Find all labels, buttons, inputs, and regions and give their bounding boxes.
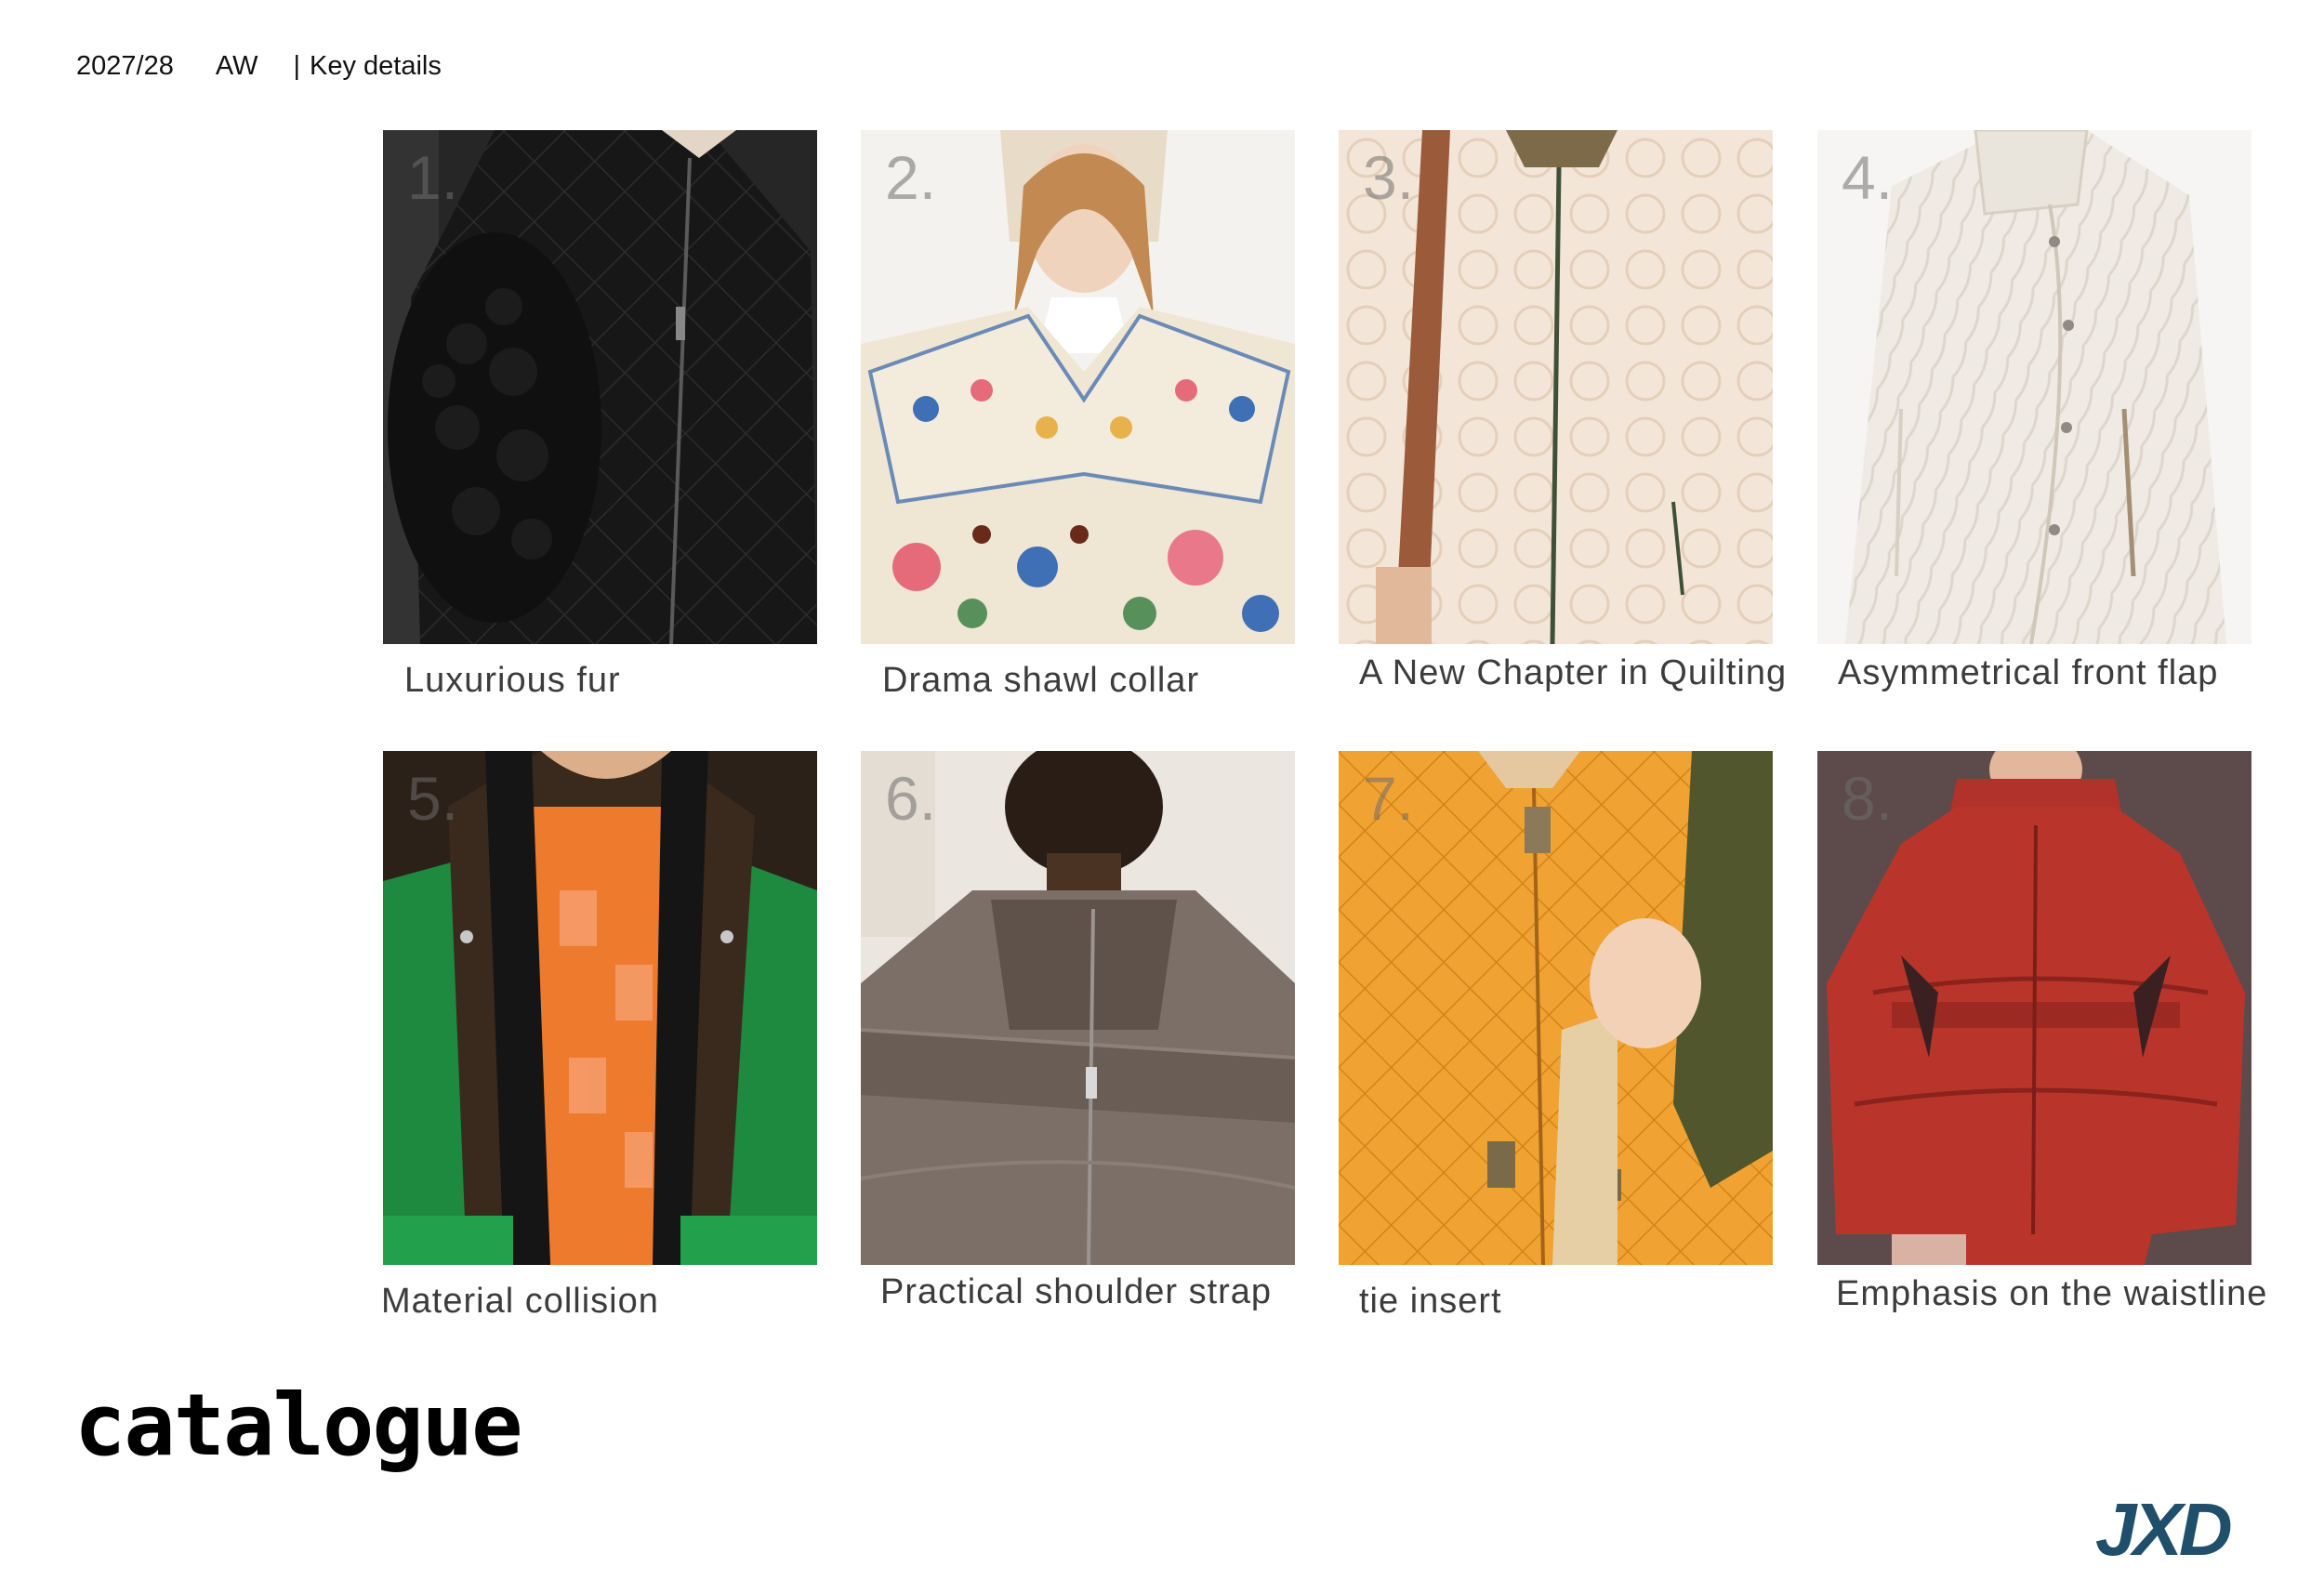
- catalogue-title: catalogue: [74, 1376, 522, 1475]
- image-tile-4: 4.: [1817, 130, 2251, 644]
- season-label: AW: [215, 51, 258, 81]
- item-caption: Emphasis on the waistline: [1836, 1274, 2268, 1313]
- image-tile-6: 6.: [861, 751, 1295, 1265]
- image-tile-5: 5.: [383, 751, 817, 1265]
- image-tile-1: 1.: [383, 130, 817, 644]
- logo-text: JXD: [2095, 1492, 2231, 1566]
- image-tile-8: 8.: [1817, 751, 2251, 1265]
- item-number: 7.: [1363, 764, 1415, 833]
- item-caption: Asymmetrical front flap: [1838, 653, 2219, 692]
- item-number: 4.: [1842, 143, 1894, 212]
- season-year: 2027/28: [76, 51, 174, 81]
- item-number: 2.: [885, 143, 937, 212]
- image-tile-3: 3.: [1339, 130, 1773, 644]
- item-caption: tie insert: [1359, 1282, 1502, 1321]
- item-number: 1.: [407, 143, 459, 212]
- item-caption: Material collision: [381, 1282, 659, 1321]
- item-number: 5.: [407, 764, 459, 833]
- page-header: 2027/28 AW | Key details: [76, 51, 442, 82]
- item-caption: A New Chapter in Quilting: [1359, 653, 1788, 692]
- jxd-logo-icon: JXD: [2095, 1492, 2235, 1566]
- item-caption: Drama shawl collar: [882, 661, 1200, 700]
- header-separator: |: [293, 51, 301, 81]
- image-tile-2: 2.: [861, 130, 1295, 644]
- brand-logo: JXD: [2092, 1492, 2315, 1566]
- section-title: Key details: [310, 51, 442, 81]
- item-caption: Practical shoulder strap: [880, 1272, 1273, 1311]
- item-number: 6.: [885, 764, 937, 833]
- image-tile-7: 7.: [1339, 751, 1773, 1265]
- item-number: 3.: [1363, 143, 1415, 212]
- item-number: 8.: [1842, 764, 1894, 833]
- item-caption: Luxurious fur: [404, 661, 621, 700]
